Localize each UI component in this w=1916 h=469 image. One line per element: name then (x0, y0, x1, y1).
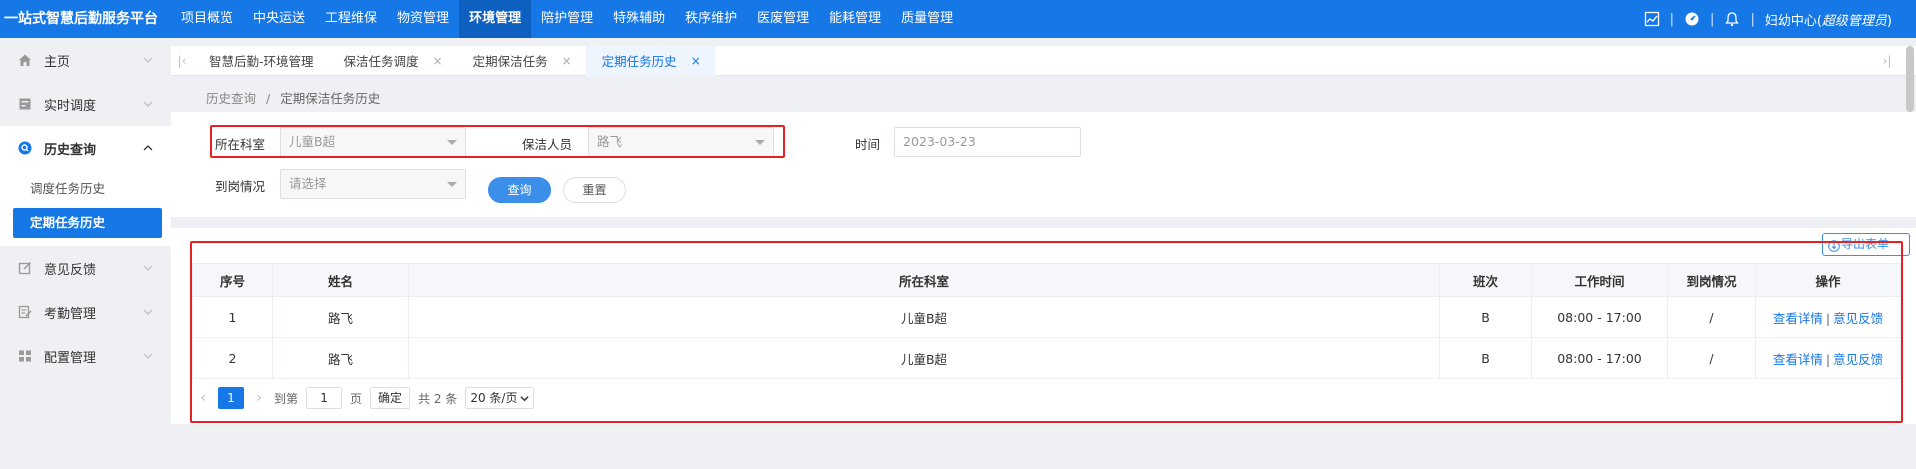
nav-item-maintenance[interactable]: 工程维保 (315, 0, 387, 38)
sidebar-group-history: 历史查询 调度任务历史 定期任务历史 (0, 126, 171, 246)
chevron-down-icon (143, 262, 153, 272)
dashboard-icon[interactable] (1684, 11, 1700, 27)
breadcrumb-current: 定期保洁任务历史 (280, 91, 381, 106)
tab-periodic-history[interactable]: 定期任务历史 × (585, 45, 715, 76)
search-button[interactable]: 查询 (488, 177, 551, 203)
sidebar-item-config[interactable]: 配置管理 (0, 334, 171, 378)
user-menu[interactable]: 妇幼中心(超级管理员) (1765, 10, 1892, 29)
nav-item-quality[interactable]: 质量管理 (891, 0, 963, 38)
header-separator: | (1669, 11, 1675, 27)
tab-label: 智慧后勤-环境管理 (209, 54, 314, 69)
home-icon (18, 53, 32, 67)
app-brand: 一站式智慧后勤服务平台 (4, 11, 158, 27)
breadcrumb-parent[interactable]: 历史查询 (206, 91, 256, 106)
nav-item-medical-waste[interactable]: 医废管理 (747, 0, 819, 38)
reset-button[interactable]: 重置 (563, 177, 626, 203)
close-icon[interactable]: × (562, 54, 572, 68)
user-role: 超级管理员 (1821, 13, 1887, 29)
tab-scroll-left-icon[interactable]: |‹ (171, 46, 193, 76)
search-history-icon (18, 141, 32, 155)
attendance-icon (18, 305, 32, 319)
caret-down-icon (447, 182, 457, 187)
date-input[interactable]: 2023-03-23 (894, 127, 1081, 157)
sidebar-item-attendance[interactable]: 考勤管理 (0, 290, 171, 334)
bell-icon[interactable] (1724, 11, 1740, 27)
date-input-value: 2023-03-23 (903, 134, 976, 149)
tab-label: 定期任务历史 (601, 54, 677, 69)
arrival-select[interactable]: 请选择 (280, 169, 466, 199)
sidebar: 主页 实时调度 历史查询 调度任务历史 定期任务历史 意见反馈 考勤管理 配置管… (0, 38, 171, 469)
arrival-select-placeholder: 请选择 (289, 176, 327, 191)
chevron-down-icon (143, 350, 153, 360)
sidebar-item-label: 实时调度 (44, 98, 97, 114)
sidebar-item-label: 历史查询 (44, 142, 97, 158)
chevron-up-icon (143, 142, 153, 152)
chart-icon[interactable] (1644, 11, 1660, 27)
sidebar-item-label: 意见反馈 (44, 262, 97, 278)
sidebar-item-home[interactable]: 主页 (0, 38, 171, 82)
tab-label: 保洁任务调度 (343, 54, 419, 69)
close-icon[interactable]: × (691, 54, 701, 68)
edit-icon (18, 261, 32, 275)
user-prefix: 妇幼中心( (1764, 13, 1822, 29)
sidebar-subitem-dispatch-history[interactable]: 调度任务历史 (0, 170, 171, 208)
tab-environment-mgmt[interactable]: 智慧后勤-环境管理 (193, 46, 328, 76)
highlight-box-table (190, 241, 1903, 423)
arrival-label: 到岗情况 (215, 179, 266, 194)
breadcrumb-separator: / (266, 91, 271, 106)
page-tabs: |‹ 智慧后勤-环境管理 保洁任务调度 × 定期保洁任务 × 定期任务历史 × ›| (171, 45, 1916, 76)
breadcrumb: 历史查询 / 定期保洁任务历史 (206, 88, 380, 107)
nav-item-order[interactable]: 秩序维护 (675, 0, 747, 38)
header-separator: | (1710, 11, 1715, 27)
chevron-down-icon (143, 306, 153, 316)
sidebar-subitem-periodic-history[interactable]: 定期任务历史 (13, 208, 162, 238)
sidebar-item-label: 配置管理 (44, 350, 97, 366)
sidebar-item-history[interactable]: 历史查询 (0, 126, 171, 170)
chevron-down-icon (143, 98, 153, 108)
nav-item-materials[interactable]: 物资管理 (387, 0, 459, 38)
sidebar-item-label: 主页 (44, 54, 71, 70)
nav-item-special-assist[interactable]: 特殊辅助 (603, 0, 675, 38)
nav-item-transport[interactable]: 中央运送 (243, 0, 315, 38)
sidebar-item-feedback[interactable]: 意见反馈 (0, 246, 171, 290)
nav-item-environment[interactable]: 环境管理 (459, 0, 532, 38)
highlight-box-filters (210, 125, 785, 158)
nav-item-overview[interactable]: 项目概览 (171, 0, 243, 38)
nav-item-escort[interactable]: 陪护管理 (531, 0, 603, 38)
tab-scroll-right-icon[interactable]: ›| (1876, 46, 1898, 76)
top-navbar: 一站式智慧后勤服务平台 项目概览 中央运送 工程维保 物资管理 环境管理 陪护管… (0, 0, 1916, 38)
tab-cleaning-dispatch[interactable]: 保洁任务调度 × (328, 46, 457, 76)
time-label: 时间 (855, 137, 881, 152)
main-nav: 项目概览 中央运送 工程维保 物资管理 环境管理 陪护管理 特殊辅助 秩序维护 … (171, 0, 963, 38)
scrollbar-thumb[interactable] (1906, 46, 1914, 112)
dispatch-icon (18, 97, 32, 111)
sidebar-item-dispatch[interactable]: 实时调度 (0, 82, 171, 126)
header-separator: | (1750, 11, 1755, 27)
close-icon[interactable]: × (433, 54, 443, 68)
nav-item-energy[interactable]: 能耗管理 (819, 0, 891, 38)
sidebar-item-label: 考勤管理 (44, 306, 97, 322)
tab-label: 定期保洁任务 (472, 54, 548, 69)
user-suffix: ) (1886, 13, 1892, 29)
chevron-down-icon (143, 54, 153, 64)
header-actions: | | | 妇幼中心(超级管理员) (1644, 0, 1892, 38)
tab-periodic-cleaning[interactable]: 定期保洁任务 × (457, 46, 586, 76)
grid-icon (18, 349, 32, 363)
